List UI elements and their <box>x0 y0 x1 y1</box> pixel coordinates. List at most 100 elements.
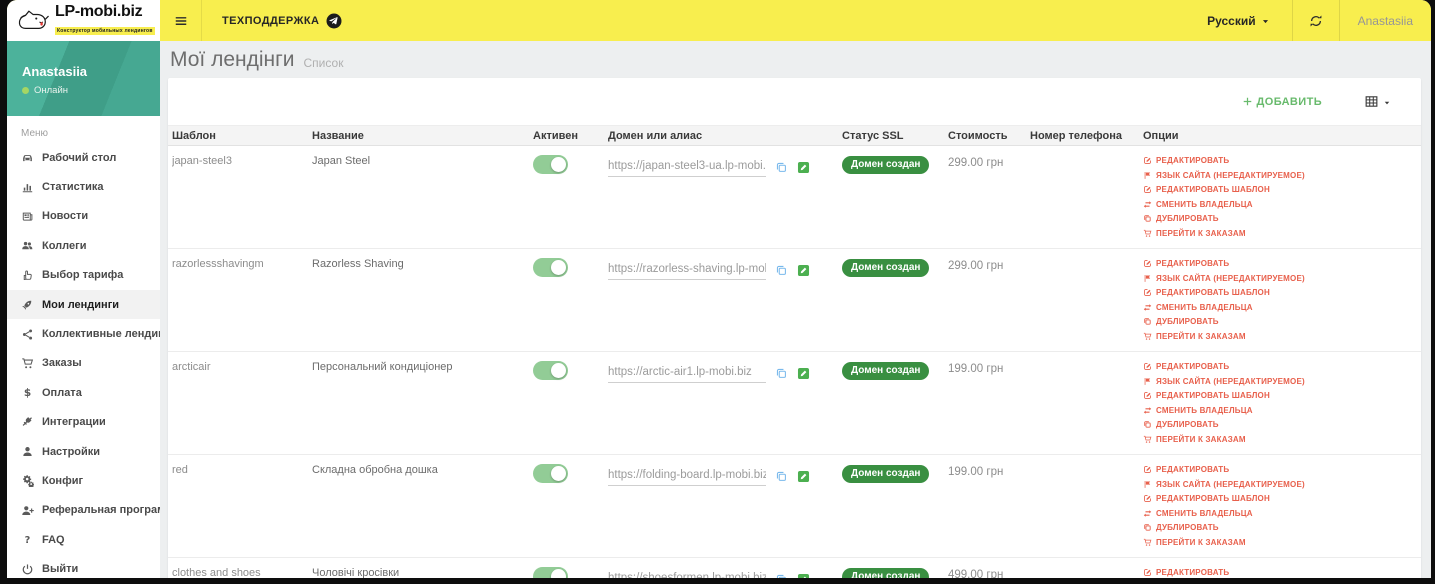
domain-input[interactable] <box>608 261 766 280</box>
option-link[interactable]: СМЕНИТЬ ВЛАДЕЛЬЦА <box>1143 406 1403 415</box>
language-dropdown[interactable]: Русский <box>1185 0 1292 41</box>
option-link[interactable]: ПЕРЕЙТИ К ЗАКАЗАМ <box>1143 332 1403 341</box>
active-toggle[interactable] <box>533 567 568 578</box>
copy-domain-icon[interactable] <box>775 161 788 174</box>
edit-icon <box>1143 156 1152 165</box>
cell-options: РЕДАКТИРОВАТЬ ЯЗЫК САЙТА (НЕРЕДАКТИРУЕМО… <box>1143 361 1413 449</box>
option-link[interactable]: ДУБЛИРОВАТЬ <box>1143 214 1403 223</box>
users-icon <box>21 239 34 252</box>
active-toggle[interactable] <box>533 155 568 174</box>
domain-input[interactable] <box>608 467 766 486</box>
option-link[interactable]: ЯЗЫК САЙТА (НЕРЕДАКТИРУЕМОЕ) <box>1143 377 1403 386</box>
sidebar-item[interactable]: Статистика <box>7 172 160 201</box>
page-subtitle: Список <box>303 55 344 70</box>
sidebar-item[interactable]: Новости <box>7 202 160 231</box>
logo-subtitle: Конструктор мобильных лендингов <box>55 27 155 35</box>
copy-domain-icon[interactable] <box>775 367 788 380</box>
add-button[interactable]: ДОБАВИТЬ <box>1236 95 1329 109</box>
copy-domain-icon[interactable] <box>775 573 788 578</box>
domain-input[interactable] <box>608 364 766 383</box>
sidebar-item[interactable]: Коллеги <box>7 231 160 260</box>
online-dot <box>22 87 29 94</box>
sidebar-item[interactable]: Рабочий стол <box>7 143 160 172</box>
edit-icon <box>1143 568 1152 577</box>
language-icon <box>1143 274 1152 283</box>
column-header: Домен или алиас <box>608 129 703 142</box>
plug-icon <box>21 416 34 429</box>
duplicate-icon <box>1143 214 1152 223</box>
cell-price: 299.00 грн <box>948 260 1004 272</box>
edit-domain-icon[interactable] <box>797 470 810 483</box>
table-view-dropdown[interactable] <box>1358 93 1397 110</box>
option-link[interactable]: ДУБЛИРОВАТЬ <box>1143 420 1403 429</box>
cell-price: 499.00 грн <box>948 569 1004 578</box>
option-link[interactable]: РЕДАКТИРОВАТЬ <box>1143 259 1403 268</box>
domain-input[interactable] <box>608 570 766 578</box>
sidebar-item[interactable]: Настройки <box>7 437 160 466</box>
option-link[interactable]: СМЕНИТЬ ВЛАДЕЛЬЦА <box>1143 303 1403 312</box>
sidebar-toggle-button[interactable] <box>160 0 202 41</box>
option-link[interactable]: РЕДАКТИРОВАТЬ ШАБЛОН <box>1143 391 1403 400</box>
edit-domain-icon[interactable] <box>797 264 810 277</box>
option-link[interactable]: ЯЗЫК САЙТА (НЕРЕДАКТИРУЕМОЕ) <box>1143 274 1403 283</box>
option-link[interactable]: РЕДАКТИРОВАТЬ ШАБЛОН <box>1143 494 1403 503</box>
option-link[interactable]: РЕДАКТИРОВАТЬ <box>1143 465 1403 474</box>
sidebar-item[interactable]: Интеграции <box>7 408 160 437</box>
column-header: Шаблон <box>172 129 216 142</box>
option-link[interactable]: РЕДАКТИРОВАТЬ ШАБЛОН <box>1143 288 1403 297</box>
edit-domain-icon[interactable] <box>797 573 810 578</box>
cell-price: 299.00 грн <box>948 157 1004 169</box>
option-link[interactable]: РЕДАКТИРОВАТЬ <box>1143 568 1403 577</box>
option-link[interactable]: ДУБЛИРОВАТЬ <box>1143 317 1403 326</box>
cart-icon <box>1143 229 1152 238</box>
edit-icon <box>1143 259 1152 268</box>
sidebar-item[interactable]: Выйти <box>7 554 160 578</box>
sidebar-item[interactable]: Мои лендинги <box>7 289 160 320</box>
car-icon <box>21 151 34 164</box>
language-icon <box>1143 480 1152 489</box>
logo[interactable]: LP-mobi.biz Конструктор мобильных лендин… <box>7 0 160 41</box>
newspaper-icon <box>21 210 34 223</box>
sidebar-item[interactable]: Коллективные лендинги <box>7 319 160 348</box>
option-link[interactable]: СМЕНИТЬ ВЛАДЕЛЬЦА <box>1143 509 1403 518</box>
ssl-status-badge: Домен создан <box>842 362 930 380</box>
edit-icon <box>1143 362 1152 371</box>
option-link[interactable]: ДУБЛИРОВАТЬ <box>1143 523 1403 532</box>
user-menu[interactable]: Anastasiia <box>1340 0 1431 41</box>
ssl-status-badge: Домен создан <box>842 568 930 578</box>
option-link[interactable]: СМЕНИТЬ ВЛАДЕЛЬЦА <box>1143 200 1403 209</box>
sidebar: Anastasiia Онлайн Меню Рабочий стол Стат… <box>7 41 160 578</box>
cell-template: clothes and shoes <box>172 567 261 578</box>
option-link[interactable]: РЕДАКТИРОВАТЬ <box>1143 362 1403 371</box>
copy-domain-icon[interactable] <box>775 470 788 483</box>
exchange-icon <box>1143 303 1152 312</box>
option-link[interactable]: РЕДАКТИРОВАТЬ <box>1143 156 1403 165</box>
option-link[interactable]: ПЕРЕЙТИ К ЗАКАЗАМ <box>1143 538 1403 547</box>
sidebar-item[interactable]: Конфиг <box>7 466 160 495</box>
option-link[interactable]: ЯЗЫК САЙТА (НЕРЕДАКТИРУЕМОЕ) <box>1143 171 1403 180</box>
sidebar-item[interactable]: $ Оплата <box>7 378 160 407</box>
option-link[interactable]: ПЕРЕЙТИ К ЗАКАЗАМ <box>1143 435 1403 444</box>
refresh-button[interactable] <box>1293 0 1339 41</box>
support-button[interactable]: ТЕХПОДДЕРЖКА <box>202 0 362 41</box>
edit-domain-icon[interactable] <box>797 367 810 380</box>
table-header-row: Шаблон Название Активен Домен или алиас Стат… <box>168 125 1421 146</box>
option-link[interactable]: ЯЗЫК САЙТА (НЕРЕДАКТИРУЕМОЕ) <box>1143 480 1403 489</box>
hamburger-icon <box>174 14 188 28</box>
copy-domain-icon[interactable] <box>775 264 788 277</box>
sidebar-item[interactable]: ? FAQ <box>7 525 160 554</box>
edit-icon <box>1143 494 1152 503</box>
plus-icon <box>1242 96 1253 107</box>
edit-domain-icon[interactable] <box>797 161 810 174</box>
sidebar-item[interactable]: Реферальная программа <box>7 496 160 525</box>
active-toggle[interactable] <box>533 464 568 483</box>
option-link[interactable]: РЕДАКТИРОВАТЬ ШАБЛОН <box>1143 185 1403 194</box>
active-toggle[interactable] <box>533 258 568 277</box>
option-link[interactable]: ПЕРЕЙТИ К ЗАКАЗАМ <box>1143 229 1403 238</box>
domain-input[interactable] <box>608 158 766 177</box>
sidebar-item[interactable]: Выбор тарифа <box>7 261 160 290</box>
ssl-status-badge: Домен создан <box>842 156 930 174</box>
sidebar-item[interactable]: Заказы <box>7 349 160 378</box>
topbar: LP-mobi.biz Конструктор мобильных лендин… <box>7 0 1431 41</box>
active-toggle[interactable] <box>533 361 568 380</box>
